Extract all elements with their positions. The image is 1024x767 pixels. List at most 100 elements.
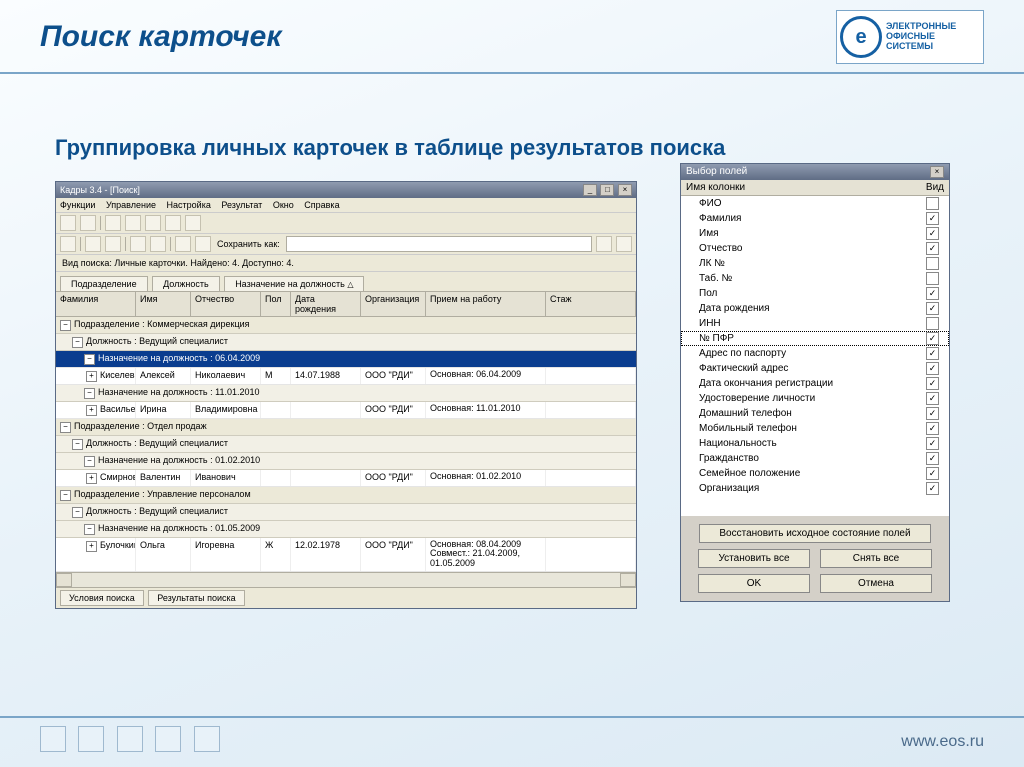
field-checkbox[interactable]: ✓ [926, 392, 939, 405]
clear-all-button[interactable]: Снять все [820, 549, 932, 568]
tb-copy-icon[interactable] [105, 215, 121, 231]
field-checkbox[interactable]: ✓ [926, 302, 939, 315]
tb-export-icon[interactable] [185, 215, 201, 231]
dialog-close-button[interactable]: × [930, 166, 944, 178]
field-row[interactable]: ЛК № [681, 256, 949, 271]
restore-defaults-button[interactable]: Восстановить исходное состояние полей [699, 524, 931, 543]
table-row[interactable]: +БулочкинаОльгаИгоревнаЖ12.02.1978ООО "Р… [56, 538, 636, 573]
set-all-button[interactable]: Установить все [698, 549, 810, 568]
field-row[interactable]: Национальность✓ [681, 436, 949, 451]
tb-ex1-icon[interactable] [596, 236, 612, 252]
field-row[interactable]: Фамилия✓ [681, 211, 949, 226]
tb-ex2-icon[interactable] [616, 236, 632, 252]
field-checkbox[interactable]: ✓ [926, 467, 939, 480]
field-row[interactable]: Таб. № [681, 271, 949, 286]
close-button[interactable]: × [618, 184, 632, 196]
tb-tool2-icon[interactable] [105, 236, 121, 252]
tb-save-icon[interactable] [195, 236, 211, 252]
tab-conditions[interactable]: Условия поиска [60, 590, 144, 606]
field-row[interactable]: Адрес по паспорту✓ [681, 346, 949, 361]
ok-button[interactable]: OK [698, 574, 810, 593]
field-row[interactable]: ФИО [681, 196, 949, 211]
menu-window[interactable]: Окно [273, 200, 294, 210]
tb-preview-icon[interactable] [145, 215, 161, 231]
field-row[interactable]: Отчество✓ [681, 241, 949, 256]
field-row[interactable]: № ПФР✓ [681, 331, 949, 346]
group-row[interactable]: −Назначение на должность : 01.05.2009 [56, 521, 636, 538]
group-row[interactable]: −Должность : Ведущий специалист [56, 334, 636, 351]
grid-body[interactable]: −Подразделение : Коммерческая дирекция−Д… [56, 317, 636, 573]
col-familia[interactable]: Фамилия [56, 292, 136, 316]
field-checkbox[interactable] [926, 317, 939, 330]
field-checkbox[interactable]: ✓ [926, 377, 939, 390]
field-checkbox[interactable] [926, 257, 939, 270]
field-row[interactable]: Семейное положение✓ [681, 466, 949, 481]
scrollbar-horizontal[interactable] [56, 572, 636, 587]
table-row[interactable]: +СмирновВалентинИвановичООО "РДИ"Основна… [56, 470, 636, 487]
field-checkbox[interactable]: ✓ [926, 332, 939, 345]
col-otchestvo[interactable]: Отчество [191, 292, 261, 316]
field-row[interactable]: Пол✓ [681, 286, 949, 301]
menu-functions[interactable]: Функции [60, 200, 95, 210]
field-row[interactable]: Фактический адрес✓ [681, 361, 949, 376]
field-row[interactable]: Мобильный телефон✓ [681, 421, 949, 436]
menu-settings[interactable]: Настройка [167, 200, 211, 210]
titlebar[interactable]: Кадры 3.4 - [Поиск] _ □ × [56, 182, 636, 198]
field-checkbox[interactable]: ✓ [926, 407, 939, 420]
col-imya[interactable]: Имя [136, 292, 191, 316]
tb-open-icon[interactable] [80, 215, 96, 231]
tb-back-icon[interactable] [60, 215, 76, 231]
field-row[interactable]: Домашний телефон✓ [681, 406, 949, 421]
col-org[interactable]: Организация [361, 292, 426, 316]
group-row[interactable]: −Назначение на должность : 01.02.2010 [56, 453, 636, 470]
group-row[interactable]: −Назначение на должность : 06.04.2009 [56, 351, 636, 368]
field-checkbox[interactable]: ✓ [926, 347, 939, 360]
maximize-button[interactable]: □ [600, 184, 614, 196]
col-pol[interactable]: Пол [261, 292, 291, 316]
tb-search-icon[interactable] [175, 236, 191, 252]
col-stazh[interactable]: Стаж [546, 292, 636, 316]
col-dr[interactable]: Дата рождения [291, 292, 361, 316]
save-as-dropdown[interactable] [286, 236, 592, 252]
tb-list-icon[interactable] [130, 236, 146, 252]
tb-tool-icon[interactable] [85, 236, 101, 252]
field-checkbox[interactable] [926, 197, 939, 210]
tb-paste-icon[interactable] [125, 215, 141, 231]
menu-management[interactable]: Управление [106, 200, 156, 210]
group-row[interactable]: −Подразделение : Коммерческая дирекция [56, 317, 636, 334]
field-row[interactable]: Удостоверение личности✓ [681, 391, 949, 406]
table-row[interactable]: +КиселевАлексейНиколаевичМ14.07.1988ООО … [56, 368, 636, 385]
tab-dolzhnost[interactable]: Должность [152, 276, 220, 291]
group-row[interactable]: −Должность : Ведущий специалист [56, 436, 636, 453]
field-row[interactable]: Дата рождения✓ [681, 301, 949, 316]
group-row[interactable]: −Подразделение : Управление персоналом [56, 487, 636, 504]
dialog-titlebar[interactable]: Выбор полей × [681, 164, 949, 180]
field-checkbox[interactable] [926, 272, 939, 285]
field-checkbox[interactable]: ✓ [926, 452, 939, 465]
field-checkbox[interactable]: ✓ [926, 212, 939, 225]
field-checkbox[interactable]: ✓ [926, 437, 939, 450]
minimize-button[interactable]: _ [583, 184, 597, 196]
table-row[interactable]: +ВасильеваИринаВладимировнаООО "РДИ"Осно… [56, 402, 636, 419]
field-list[interactable]: ФИОФамилия✓Имя✓Отчество✓ЛК №Таб. №Пол✓Да… [681, 196, 949, 516]
tb-grid-icon[interactable] [150, 236, 166, 252]
menu-result[interactable]: Результат [221, 200, 262, 210]
field-checkbox[interactable]: ✓ [926, 422, 939, 435]
field-checkbox[interactable]: ✓ [926, 227, 939, 240]
tab-naznachenie[interactable]: Назначение на должность △ [224, 276, 364, 291]
field-row[interactable]: Организация✓ [681, 481, 949, 496]
tab-podrazdelenie[interactable]: Подразделение [60, 276, 148, 291]
scroll-left-button[interactable] [56, 573, 72, 587]
field-checkbox[interactable]: ✓ [926, 482, 939, 495]
group-row[interactable]: −Назначение на должность : 11.01.2010 [56, 385, 636, 402]
menu-help[interactable]: Справка [304, 200, 339, 210]
tb-close-icon[interactable] [60, 236, 76, 252]
field-row[interactable]: Гражданство✓ [681, 451, 949, 466]
col-field-name[interactable]: Имя колонки [686, 182, 926, 193]
field-checkbox[interactable]: ✓ [926, 362, 939, 375]
cancel-button[interactable]: Отмена [820, 574, 932, 593]
tb-print-icon[interactable] [165, 215, 181, 231]
field-row[interactable]: ИНН [681, 316, 949, 331]
field-checkbox[interactable]: ✓ [926, 287, 939, 300]
col-field-vid[interactable]: Вид [926, 182, 944, 193]
